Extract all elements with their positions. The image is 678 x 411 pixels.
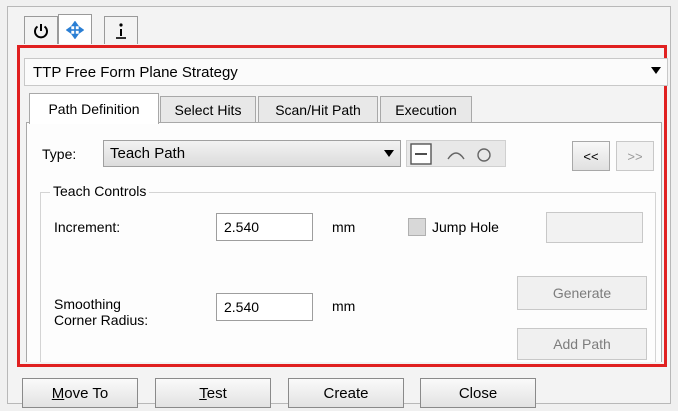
tab-info[interactable]	[104, 16, 138, 44]
smoothing-label-line2: Corner Radius:	[54, 312, 149, 328]
create-button[interactable]: Create	[288, 378, 404, 408]
next-label: >>	[627, 148, 643, 164]
circle-icon[interactable]	[475, 146, 493, 164]
type-label: Type:	[42, 146, 77, 162]
power-icon	[34, 23, 48, 38]
jump-hole-checkbox[interactable]	[408, 218, 426, 236]
chevron-down-icon	[384, 150, 394, 157]
strategy-dropdown[interactable]: TTP Free Form Plane Strategy	[24, 58, 668, 86]
generate-button[interactable]: Generate	[517, 276, 647, 310]
tab-label: Scan/Hit Path	[275, 102, 361, 118]
test-mnemonic: T	[199, 384, 207, 402]
tab-label: Path Definition	[48, 101, 140, 117]
jump-hole-input[interactable]	[546, 212, 643, 243]
increment-label: Increment:	[54, 219, 121, 235]
path-shape-selector	[406, 140, 506, 167]
move-arrows-icon	[66, 20, 84, 39]
test-rest: est	[206, 384, 227, 402]
move-to-label: Move To	[52, 385, 108, 402]
tab-label: Execution	[395, 102, 457, 118]
previous-label: <<	[583, 148, 599, 164]
chevron-down-icon	[651, 67, 661, 74]
strategy-value: TTP Free Form Plane Strategy	[33, 63, 238, 81]
tab-move[interactable]	[58, 14, 92, 44]
add-path-button[interactable]: Add Path	[517, 328, 647, 360]
tab-power[interactable]	[24, 16, 58, 44]
tab-label: Select Hits	[174, 102, 242, 118]
arc-icon[interactable]	[445, 146, 467, 162]
teach-controls-title: Teach Controls	[50, 183, 150, 199]
tab-select-hits[interactable]: Select Hits	[160, 96, 256, 123]
next-button[interactable]: >>	[616, 141, 654, 171]
move-to-rest: ove To	[64, 384, 109, 402]
move-to-button[interactable]: Move To	[22, 378, 138, 408]
add-path-label: Add Path	[553, 336, 611, 352]
tab-scan-hit-path[interactable]: Scan/Hit Path	[258, 96, 378, 123]
increment-input[interactable]: 2.540	[216, 213, 313, 241]
smoothing-label: Smoothing Corner Radius:	[54, 296, 148, 328]
type-value: Teach Path	[110, 145, 186, 162]
smoothing-unit: mm	[332, 298, 356, 314]
test-label: Test	[199, 385, 227, 402]
tab-path-definition[interactable]: Path Definition	[29, 93, 159, 124]
previous-button[interactable]: <<	[572, 141, 610, 171]
jump-hole-label: Jump Hole	[432, 219, 499, 235]
increment-unit: mm	[332, 219, 356, 235]
smoothing-value: 2.540	[224, 299, 260, 315]
type-dropdown[interactable]: Teach Path	[103, 140, 401, 167]
move-to-mnemonic: M	[51, 384, 65, 402]
smoothing-input[interactable]: 2.540	[216, 293, 313, 321]
smoothing-label-line1: Smoothing	[54, 296, 121, 312]
close-button[interactable]: Close	[420, 378, 536, 408]
increment-value: 2.540	[224, 219, 260, 235]
line-segment-icon[interactable]	[410, 143, 432, 165]
close-label: Close	[458, 384, 498, 402]
create-label: Create	[323, 384, 369, 402]
test-button[interactable]: Test	[155, 378, 271, 408]
tab-execution[interactable]: Execution	[380, 96, 472, 123]
info-icon	[116, 22, 126, 39]
generate-label: Generate	[552, 285, 612, 301]
